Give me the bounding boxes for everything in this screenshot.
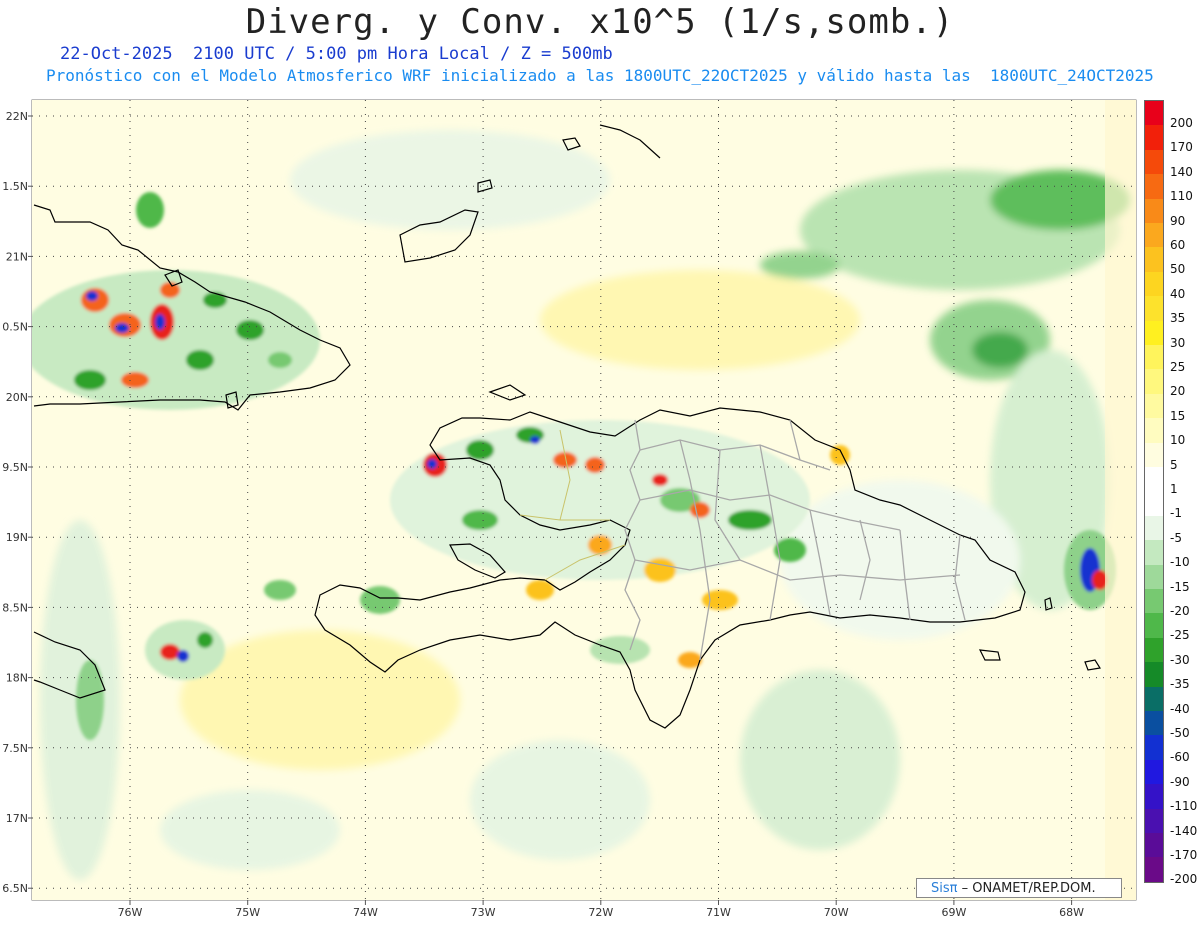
colorbar-label: 50 (1170, 262, 1186, 277)
colorbar-swatch (1145, 564, 1163, 589)
lon-label: 74W (353, 906, 378, 919)
lon-label: 69W (941, 906, 966, 919)
colorbar-label: -15 (1170, 579, 1190, 594)
colorbar-label: 25 (1170, 360, 1186, 374)
colorbar-swatch (1145, 833, 1163, 858)
colorbar-swatch (1145, 149, 1163, 175)
colorbar-swatch (1145, 174, 1163, 199)
colorbar-label: -60 (1170, 750, 1190, 765)
colorbar-label: -200 (1170, 872, 1198, 887)
colorbar-swatch (1145, 442, 1163, 467)
sispi-logo: Sisπ (931, 881, 958, 896)
lon-label: 73W (471, 906, 496, 919)
lat-label: 21N (6, 250, 28, 263)
colorbar-swatch (1145, 515, 1163, 541)
colorbar-swatch (1145, 369, 1163, 394)
colorbar-swatch (1145, 491, 1163, 516)
colorbar-label: -20 (1170, 604, 1190, 618)
colorbar-label: 10 (1170, 433, 1186, 448)
shaded-field (32, 100, 1136, 900)
colorbar-swatch (1145, 662, 1163, 687)
colorbar-label: -5 (1170, 530, 1182, 545)
colorbar-label: 40 (1170, 286, 1186, 301)
lat-label: 18N (6, 672, 28, 685)
divergence-map: 22N 1.5N 21N 0.5N 20N 9.5N 19N 8.5N 18N 7.5N 17N 6.… (2, 99, 1137, 919)
colorbar-swatch (1145, 393, 1163, 419)
colorbar-label: -50 (1170, 726, 1190, 740)
colorbar-label: 5 (1170, 457, 1178, 472)
colorbar-swatch (1145, 857, 1163, 882)
lat-label: 17N (6, 812, 28, 825)
colorbar-swatch (1145, 784, 1163, 809)
colorbar-label: -170 (1170, 848, 1198, 862)
colorbar-label: 1 (1170, 482, 1178, 496)
colorbar-swatch (1145, 271, 1163, 297)
credit-box: Sisπ – ONAMET/REP.DOM. (916, 878, 1122, 898)
lat-label: 6.5N (2, 882, 28, 895)
colorbar-label: -90 (1170, 774, 1190, 789)
colorbar-swatch (1145, 540, 1163, 565)
colorbar-label: -40 (1170, 701, 1190, 716)
lon-label: 72W (588, 906, 613, 919)
lat-label: 7.5N (2, 742, 28, 755)
colorbar-label: 30 (1170, 335, 1186, 350)
colorbar-swatch (1145, 125, 1163, 150)
colorbar-label: 20 (1170, 384, 1186, 399)
colorbar-label: 110 (1170, 189, 1193, 204)
lat-label: 19N (6, 531, 28, 544)
lon-label: 70W (824, 906, 849, 919)
colorbar-swatch (1145, 101, 1163, 126)
colorbar-swatch (1145, 345, 1163, 370)
lat-label: 9.5N (2, 461, 28, 474)
colorbar-label: -1 (1170, 506, 1182, 521)
colorbar-swatch (1145, 808, 1163, 833)
colorbar-label: 90 (1170, 213, 1186, 228)
colorbar-swatch (1145, 198, 1163, 223)
lat-label: 1.5N (2, 180, 28, 193)
colorbar-label: -30 (1170, 652, 1190, 667)
colorbar-label: -35 (1170, 677, 1190, 692)
credit-text: – ONAMET/REP.DOM. (961, 881, 1096, 896)
colorbar-label: 200 (1170, 116, 1193, 130)
lat-label: 22N (6, 110, 28, 123)
colorbar-label: 170 (1170, 140, 1193, 155)
colorbar-label: 60 (1170, 238, 1186, 252)
colorbar-label: -10 (1170, 555, 1190, 570)
colorbar-swatch (1145, 589, 1163, 614)
lat-label: 0.5N (2, 321, 28, 334)
longitude-labels: 76W 75W 74W 73W 72W 71W 70W 69W 68W (118, 906, 1085, 919)
colorbar-swatch (1145, 223, 1163, 248)
colorbar-swatch (1145, 467, 1163, 492)
lon-label: 71W (706, 906, 731, 919)
colorbar-label: -25 (1170, 628, 1190, 643)
colorbar-label: 15 (1170, 408, 1186, 423)
colorbar-swatch (1145, 247, 1163, 272)
colorbar-swatch (1145, 735, 1163, 760)
lon-label: 76W (118, 906, 143, 919)
colorbar-label: 140 (1170, 164, 1193, 179)
colorbar-label: 35 (1170, 311, 1186, 326)
colorbar-swatch (1145, 637, 1163, 663)
lat-label: 8.5N (2, 601, 28, 614)
colorbar-swatch (1145, 759, 1163, 785)
colorbar-swatch (1145, 320, 1163, 345)
colorbar-swatch (1145, 686, 1163, 711)
colorbar-swatch (1145, 711, 1163, 736)
colorbar-swatch (1145, 418, 1163, 443)
lon-label: 75W (235, 906, 260, 919)
colorbar-swatch (1145, 613, 1163, 638)
colorbar-swatch (1145, 296, 1163, 321)
colorbar (1144, 100, 1164, 883)
lat-label: 20N (6, 391, 28, 404)
colorbar-label: -110 (1170, 799, 1198, 814)
latitude-labels: 22N 1.5N 21N 0.5N 20N 9.5N 19N 8.5N 18N 7.5N 17N 6.… (2, 110, 28, 895)
colorbar-label: -140 (1170, 823, 1198, 838)
lon-label: 68W (1059, 906, 1084, 919)
